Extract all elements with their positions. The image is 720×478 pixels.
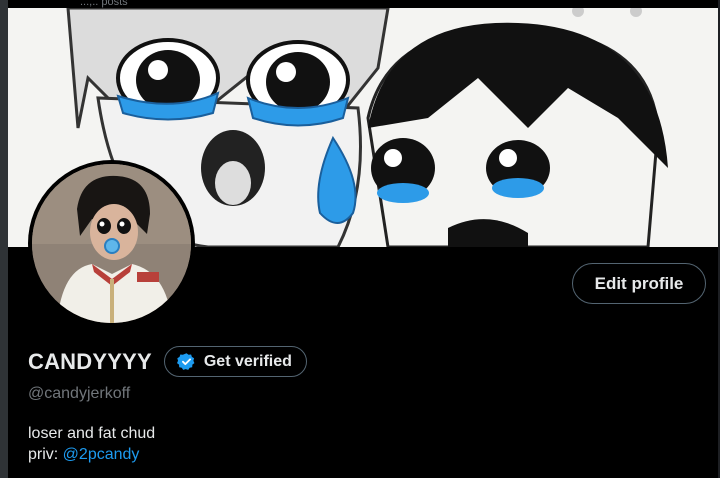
bio-line-2: priv: @2pcandy [28, 444, 155, 465]
bio-prefix: priv: [28, 446, 63, 463]
name-row: CANDYYYY Get verified [28, 346, 307, 377]
left-sidebar-edge [0, 0, 8, 478]
display-name: CANDYYYY [28, 348, 152, 374]
avatar-image [32, 164, 191, 323]
top-bar: ...,.. posts [0, 0, 720, 8]
get-verified-button[interactable]: Get verified [163, 346, 307, 377]
profile-bio: loser and fat chud priv: @2pcandy [28, 423, 155, 465]
verified-badge-icon [176, 352, 196, 371]
user-handle: @candyjerkoff [28, 385, 131, 402]
get-verified-label: Get verified [203, 352, 292, 370]
avatar-frame[interactable] [28, 160, 195, 327]
bio-mention-link[interactable]: @2pcandy [63, 446, 140, 463]
bio-line-1: loser and fat chud [28, 425, 156, 442]
avatar[interactable] [32, 164, 191, 323]
edit-profile-button[interactable]: Edit profile [572, 263, 706, 304]
posts-count: ...,.. posts [80, 0, 128, 8]
